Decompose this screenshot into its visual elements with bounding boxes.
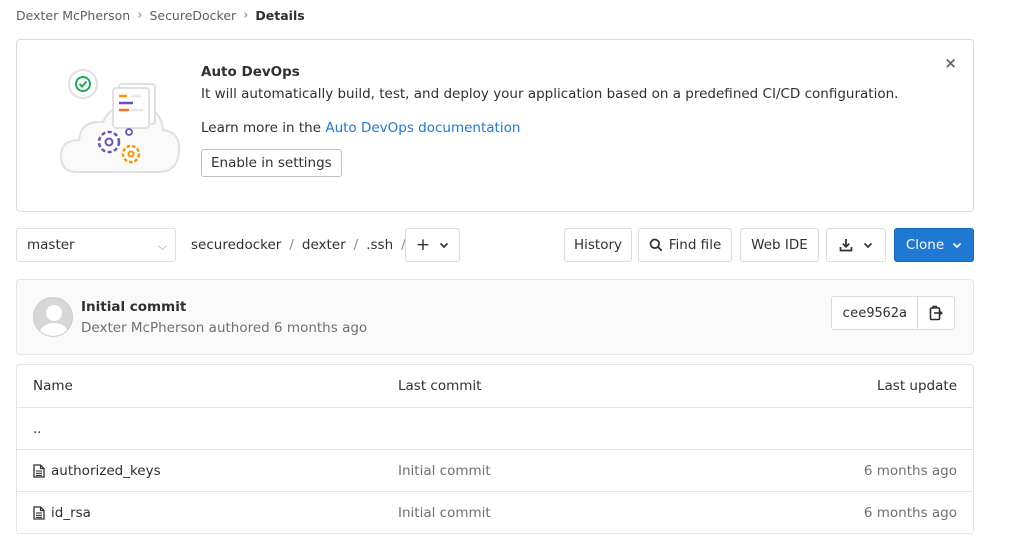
chevron-down-icon [953, 242, 962, 249]
table-row[interactable]: id_rsa Initial commit 6 months ago [17, 492, 973, 534]
repo-toolbar: master ⌵ securedocker / dexter / .ssh / … [16, 228, 974, 262]
add-to-tree-dropdown[interactable]: + [405, 228, 460, 262]
file-name-link[interactable]: id_rsa [51, 492, 91, 534]
download-dropdown[interactable] [826, 228, 886, 262]
path-segment[interactable]: dexter [302, 237, 346, 253]
chevron-down-icon: ⌵ [157, 239, 167, 253]
file-icon [33, 464, 45, 478]
web-ide-label: Web IDE [751, 237, 808, 253]
auto-devops-title: Auto DevOps [201, 64, 300, 80]
path-segment[interactable]: securedocker [191, 237, 281, 253]
file-name-cell: authorized_keys [33, 450, 161, 492]
enable-in-settings-button[interactable]: Enable in settings [201, 149, 342, 177]
path-segment[interactable]: .ssh [366, 237, 393, 253]
last-commit-box: Initial commit Dexter McPherson authored… [16, 279, 974, 355]
search-icon [649, 238, 663, 252]
copy-icon [929, 305, 943, 321]
column-header-last-update: Last update [877, 378, 957, 394]
repo-path-breadcrumb: securedocker / dexter / .ssh / [191, 228, 414, 262]
path-separator: / [353, 237, 359, 253]
find-file-label: Find file [668, 237, 722, 253]
file-last-commit-link[interactable]: Initial commit [398, 450, 491, 492]
file-last-commit-link[interactable]: Initial commit [398, 492, 491, 534]
user-avatar-icon [38, 305, 70, 336]
column-header-last-commit: Last commit [398, 378, 482, 394]
parent-directory-row[interactable]: .. [17, 408, 973, 450]
auto-devops-banner: Auto DevOps It will automatically build,… [16, 39, 974, 212]
file-last-update: 6 months ago [863, 505, 957, 521]
auto-devops-description: It will automatically build, test, and d… [201, 86, 899, 102]
plus-icon: + [415, 235, 431, 255]
find-file-button[interactable]: Find file [638, 228, 732, 262]
auto-devops-illustration [59, 69, 181, 173]
history-button-label: History [573, 237, 623, 253]
breadcrumb-user[interactable]: Dexter McPherson [16, 8, 130, 23]
commit-author[interactable]: Dexter McPherson [81, 320, 204, 336]
breadcrumb-current[interactable]: Details [255, 8, 304, 23]
file-name-link[interactable]: authorized_keys [51, 450, 161, 492]
path-separator: / [289, 237, 294, 253]
breadcrumb: Dexter McPherson › SecureDocker › Detail… [16, 7, 305, 23]
clone-dropdown-button[interactable]: Clone [894, 228, 974, 262]
chevron-down-icon [863, 242, 873, 249]
commit-sha[interactable]: cee9562a [831, 296, 919, 330]
chevron-right-icon: › [137, 7, 143, 23]
table-row[interactable]: authorized_keys Initial commit 6 months … [17, 450, 973, 492]
history-button[interactable]: History [564, 228, 632, 262]
commit-action: authored [208, 320, 270, 336]
table-header: Name Last commit Last update [17, 365, 973, 408]
avatar[interactable] [33, 297, 73, 337]
file-icon [33, 506, 45, 520]
chevron-right-icon: › [243, 7, 249, 23]
auto-devops-learn-more: Learn more in the Auto DevOps documentat… [201, 120, 898, 136]
breadcrumb-project[interactable]: SecureDocker [149, 8, 236, 23]
chevron-down-icon [440, 242, 449, 249]
file-last-update: 6 months ago [863, 463, 957, 479]
copy-sha-button[interactable] [918, 296, 956, 330]
file-tree-table: Name Last commit Last update .. authoriz… [16, 364, 974, 534]
download-icon [839, 239, 853, 252]
close-icon[interactable]: × [944, 54, 957, 72]
commit-title-link[interactable]: Initial commit [81, 299, 186, 315]
branch-dropdown[interactable]: master ⌵ [16, 228, 176, 262]
column-header-name: Name [33, 378, 73, 394]
file-name-cell: id_rsa [33, 492, 91, 534]
commit-author-line: Dexter McPherson authored 6 months ago [81, 320, 367, 336]
auto-devops-docs-link[interactable]: Auto DevOps documentation [325, 120, 520, 136]
parent-directory-link[interactable]: .. [33, 408, 42, 450]
branch-name: master [27, 237, 75, 253]
clone-label: Clone [905, 237, 945, 253]
commit-sha-group: cee9562a [831, 296, 956, 330]
commit-time: 6 months ago [274, 320, 368, 336]
learn-more-text: Learn more in the [201, 120, 326, 136]
web-ide-button[interactable]: Web IDE [740, 228, 819, 262]
